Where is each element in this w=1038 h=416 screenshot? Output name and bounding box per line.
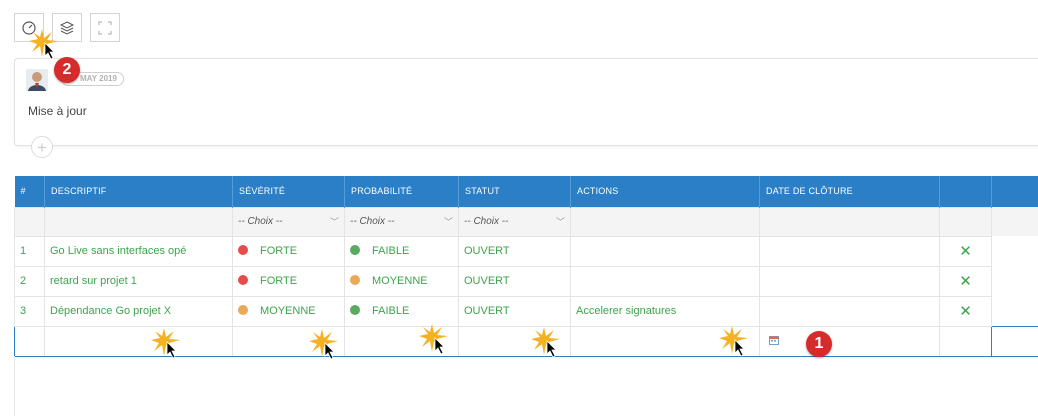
new-description-input[interactable]: [44, 325, 233, 357]
severity-filter-select[interactable]: -- Choix -- ﹀: [232, 206, 345, 237]
row-number: 2: [14, 265, 45, 297]
status-cell[interactable]: OUVERT: [458, 295, 571, 327]
filter-cell-filler: [991, 207, 1038, 236]
table-row[interactable]: 2 retard sur projet 1 FORTE MOYENNE OUVE…: [14, 265, 1038, 297]
col-header-actions[interactable]: ACTIONS: [570, 176, 760, 207]
severity-dot: [238, 305, 248, 315]
plus-circle-icon[interactable]: +: [31, 136, 53, 158]
row-number: 1: [14, 235, 45, 267]
click-cursor-icon: [29, 29, 58, 60]
status-cell[interactable]: OUVERT: [458, 265, 571, 297]
new-date-input[interactable]: [759, 325, 940, 357]
col-header-statut[interactable]: STATUT: [458, 176, 571, 207]
table-header-row: # DESCRIPTIF SÉVÉRITÉ PROBABILITÉ STATUT…: [14, 176, 1038, 207]
probability-dot: [350, 275, 360, 285]
description-cell[interactable]: Go Live sans interfaces opé: [44, 235, 233, 267]
click-cursor-icon: [419, 324, 448, 355]
filter-cell-empty: [14, 206, 45, 237]
severity-cell[interactable]: FORTE: [232, 235, 345, 267]
delete-row-button[interactable]: ✕: [939, 235, 992, 267]
step-marker-1: 1: [806, 331, 832, 357]
click-cursor-icon: [151, 328, 180, 359]
col-header-date-cloture[interactable]: DATE DE CLÔTURE: [759, 176, 940, 207]
post-text: Mise à jour: [28, 104, 87, 118]
col-header-num: #: [14, 176, 45, 207]
severity-dot: [238, 275, 248, 285]
probability-value: FAIBLE: [372, 245, 410, 257]
severity-value: FORTE: [260, 245, 298, 257]
close-icon: ✕: [959, 273, 972, 290]
description-cell[interactable]: Dépendance Go projet X: [44, 295, 233, 327]
delete-row-button[interactable]: ✕: [939, 265, 992, 297]
close-icon: ✕: [959, 243, 972, 260]
new-row-number: [14, 325, 45, 357]
date-cell[interactable]: [759, 235, 940, 267]
col-header-severite[interactable]: SÉVÉRITÉ: [232, 176, 345, 207]
table-row[interactable]: 1 Go Live sans interfaces opé FORTE FAIB…: [14, 235, 1038, 267]
actions-cell[interactable]: [570, 265, 760, 297]
date-cell[interactable]: [759, 265, 940, 297]
status-filter-select[interactable]: -- Choix -- ﹀: [458, 206, 571, 237]
filter-cell-empty: [759, 206, 940, 237]
table-left-border: [14, 356, 15, 416]
chevron-down-icon: ﹀: [329, 217, 339, 227]
fullscreen-button[interactable]: [90, 13, 120, 42]
chevron-down-icon: ﹀: [443, 217, 453, 227]
probability-cell[interactable]: MOYENNE: [344, 265, 459, 297]
filter-cell-empty: [44, 206, 233, 237]
update-post: MAY 2019 Mise à jour +: [14, 58, 1038, 158]
probability-cell[interactable]: FAIBLE: [344, 235, 459, 267]
description-cell[interactable]: retard sur projet 1: [44, 265, 233, 297]
date-cell[interactable]: [759, 295, 940, 327]
click-cursor-icon: [531, 327, 560, 358]
filter-row: -- Choix -- ﹀ -- Choix -- ﹀ -- Choix -- ﹀: [14, 206, 1038, 237]
severity-value: MOYENNE: [260, 305, 316, 317]
status-filter-value: -- Choix --: [464, 216, 509, 227]
probability-value: MOYENNE: [372, 275, 428, 287]
step-marker-2: 2: [54, 57, 80, 83]
filter-cell-empty: [570, 206, 760, 237]
severity-filter-value: -- Choix --: [238, 216, 283, 227]
status-cell[interactable]: OUVERT: [458, 235, 571, 267]
row-filler: [992, 236, 1038, 266]
filter-cell-empty: [939, 206, 992, 237]
severity-cell[interactable]: MOYENNE: [232, 295, 345, 327]
delete-row-button[interactable]: ✕: [939, 295, 992, 327]
probability-filter-select[interactable]: -- Choix -- ﹀: [344, 206, 459, 237]
col-header-probabilite[interactable]: PROBABILITÉ: [344, 176, 459, 207]
click-cursor-icon: [719, 326, 748, 357]
table-row[interactable]: 3 Dépendance Go projet X MOYENNE FAIBLE …: [14, 295, 1038, 327]
click-cursor-icon: [309, 329, 338, 360]
row-number: 3: [14, 295, 45, 327]
row-filler: [991, 325, 1038, 357]
col-header-delete: [939, 176, 992, 207]
calendar-icon[interactable]: [769, 335, 779, 345]
severity-dot: [238, 245, 248, 255]
severity-cell[interactable]: FORTE: [232, 265, 345, 297]
row-filler: [992, 296, 1038, 326]
col-header-filler: [991, 176, 1038, 207]
probability-filter-value: -- Choix --: [350, 216, 395, 227]
avatar: [26, 69, 48, 91]
probability-value: FAIBLE: [372, 305, 410, 317]
actions-cell[interactable]: [570, 235, 760, 267]
chevron-down-icon: ﹀: [555, 217, 565, 227]
actions-cell[interactable]: Accelerer signatures: [570, 295, 760, 327]
probability-dot: [350, 245, 360, 255]
expand-icon: [98, 21, 112, 34]
row-filler: [992, 266, 1038, 296]
severity-value: FORTE: [260, 275, 298, 287]
close-icon: ✕: [959, 303, 972, 320]
new-row-delete: [939, 325, 992, 357]
probability-dot: [350, 305, 360, 315]
col-header-descriptif[interactable]: DESCRIPTIF: [44, 176, 233, 207]
